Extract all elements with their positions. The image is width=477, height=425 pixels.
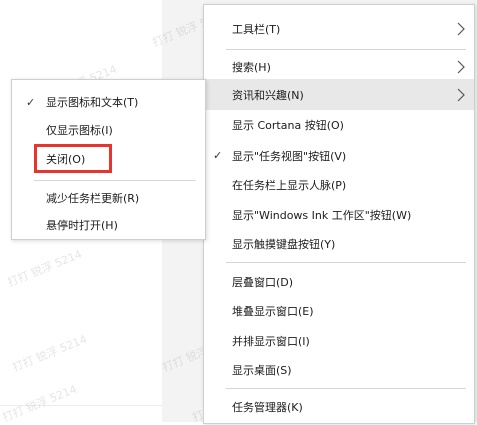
menu-item-show-touch-keyboard[interactable]: 显示触摸键盘按钮(Y) xyxy=(204,228,474,259)
menu-separator xyxy=(226,388,466,389)
menu-item-label: 任务管理器(K) xyxy=(232,400,303,414)
chevron-right-icon xyxy=(457,88,465,101)
menu-item-news-and-interests[interactable]: 资讯和兴趣(N) xyxy=(204,79,474,110)
news-and-interests-submenu: ✓ 显示图标和文本(T) 仅显示图标(I) 关闭(O) 减少任务栏更新(R) 悬… xyxy=(11,79,206,240)
menu-item-search[interactable]: 搜索(H) xyxy=(204,51,474,82)
menu-separator xyxy=(226,49,466,50)
submenu-item-label: 显示图标和文本(T) xyxy=(46,96,139,109)
chevron-right-icon xyxy=(457,22,465,35)
menu-item-label: 显示"任务视图"按钮(V) xyxy=(232,149,347,163)
menu-item-label: 工具栏(T) xyxy=(232,22,281,36)
menu-item-label: 显示 Cortana 按钮(O) xyxy=(232,118,344,132)
menu-item-label: 层叠窗口(D) xyxy=(232,275,294,289)
submenu-item-label: 仅显示图标(I) xyxy=(46,124,113,137)
menu-item-show-desktop[interactable]: 显示桌面(S) xyxy=(204,354,474,385)
checkmark-icon: ✓ xyxy=(26,95,36,109)
submenu-item-reduce-taskbar-updates[interactable]: 减少任务栏更新(R) xyxy=(12,184,205,212)
menu-item-show-cortana[interactable]: 显示 Cortana 按钮(O) xyxy=(204,109,474,140)
menu-item-show-task-view[interactable]: ✓ 显示"任务视图"按钮(V) xyxy=(204,140,474,171)
menu-separator xyxy=(226,262,466,263)
menu-item-show-people[interactable]: 在任务栏上显示人脉(P) xyxy=(204,169,474,200)
menu-item-toolbars[interactable]: 工具栏(T) xyxy=(204,13,474,44)
chevron-right-icon xyxy=(457,60,465,73)
menu-item-side-by-side-windows[interactable]: 并排显示窗口(I) xyxy=(204,325,474,356)
taskbar-context-menu: 工具栏(T) 搜索(H) 资讯和兴趣(N) 显示 Cortana 按钮(O) ✓… xyxy=(203,4,475,424)
menu-item-label: 在任务栏上显示人脉(P) xyxy=(232,178,347,192)
menu-item-label: 搜索(H) xyxy=(232,60,271,74)
menu-item-label: 显示桌面(S) xyxy=(232,363,292,377)
submenu-item-open-on-hover[interactable]: 悬停时打开(H) xyxy=(12,211,205,239)
watermark: 打打 锐浮 5214 xyxy=(5,247,84,290)
menu-item-label: 资讯和兴趣(N) xyxy=(232,88,304,102)
menu-item-label: 并排显示窗口(I) xyxy=(232,334,310,348)
menu-item-label: 显示触摸键盘按钮(Y) xyxy=(232,237,336,251)
menu-item-label: 堆叠显示窗口(E) xyxy=(232,304,314,318)
menu-item-stack-windows[interactable]: 堆叠显示窗口(E) xyxy=(204,295,474,326)
checkmark-icon: ✓ xyxy=(213,149,223,162)
menu-item-show-windows-ink[interactable]: 显示"Windows Ink 工作区"按钮(W) xyxy=(204,199,474,230)
watermark: 打打 锐浮 5214 xyxy=(10,332,89,375)
taskbar-edge xyxy=(0,405,162,406)
submenu-item-show-icon-and-text[interactable]: ✓ 显示图标和文本(T) xyxy=(12,88,205,116)
menu-item-label: 显示"Windows Ink 工作区"按钮(W) xyxy=(232,208,412,222)
submenu-item-label: 减少任务栏更新(R) xyxy=(46,192,140,205)
highlight-box xyxy=(34,144,112,173)
menu-item-task-manager[interactable]: 任务管理器(K) xyxy=(204,391,474,422)
menu-item-cascade-windows[interactable]: 层叠窗口(D) xyxy=(204,266,474,297)
submenu-item-label: 悬停时打开(H) xyxy=(46,219,118,232)
submenu-item-show-icon-only[interactable]: 仅显示图标(I) xyxy=(12,116,205,144)
menu-separator xyxy=(34,180,196,181)
watermark: 打打 锐浮 5214 xyxy=(0,382,79,425)
